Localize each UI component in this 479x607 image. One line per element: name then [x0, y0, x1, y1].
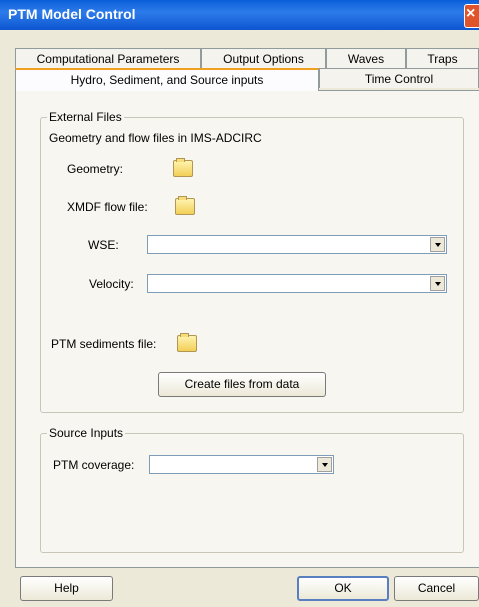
tab-output-options[interactable]: Output Options — [201, 48, 326, 68]
cancel-button[interactable]: Cancel — [394, 576, 479, 601]
velocity-label: Velocity: — [89, 277, 134, 291]
xmdf-flow-file-label: XMDF flow file: — [67, 200, 148, 214]
ok-button[interactable]: OK — [297, 576, 389, 601]
help-button[interactable]: Help — [20, 576, 113, 601]
wse-dropdown[interactable] — [147, 235, 447, 254]
sediments-folder-icon[interactable] — [177, 333, 197, 352]
geometry-folder-icon[interactable] — [173, 158, 193, 177]
ptm-coverage-dropdown-arrow-icon[interactable] — [317, 457, 332, 472]
tab-computational-parameters[interactable]: Computational Parameters — [15, 48, 201, 68]
source-inputs-title: Source Inputs — [47, 426, 126, 440]
wse-label: WSE: — [88, 238, 119, 252]
create-files-button[interactable]: Create files from data — [158, 372, 326, 397]
xmdf-folder-icon[interactable] — [175, 196, 195, 215]
tab-panel: External Files Geometry and flow files i… — [15, 90, 479, 568]
tab-row-front: Hydro, Sediment, and Source inputs Time … — [15, 68, 479, 91]
ptm-model-control-dialog: PTM Model Control Computational Paramete… — [0, 0, 479, 607]
tab-traps[interactable]: Traps — [406, 48, 479, 68]
ptm-coverage-dropdown[interactable] — [149, 455, 334, 474]
external-files-description: Geometry and flow files in IMS-ADCIRC — [49, 131, 262, 145]
ptm-coverage-label: PTM coverage: — [53, 458, 135, 472]
velocity-dropdown-arrow-icon[interactable] — [430, 276, 445, 291]
external-files-group: External Files Geometry and flow files i… — [40, 110, 464, 413]
tab-waves[interactable]: Waves — [326, 48, 406, 68]
ptm-sediments-file-label: PTM sediments file: — [51, 337, 157, 351]
velocity-dropdown[interactable] — [147, 274, 447, 293]
tab-hydro-sediment-source[interactable]: Hydro, Sediment, and Source inputs — [15, 68, 319, 91]
tab-row-back: Computational Parameters Output Options … — [15, 48, 479, 68]
geometry-label: Geometry: — [67, 162, 124, 176]
wse-dropdown-arrow-icon[interactable] — [430, 237, 445, 252]
title-bar[interactable]: PTM Model Control — [0, 0, 479, 30]
external-files-title: External Files — [47, 110, 124, 124]
close-icon[interactable] — [464, 4, 479, 28]
source-inputs-group: Source Inputs PTM coverage: — [40, 426, 464, 553]
tab-time-control[interactable]: Time Control — [319, 68, 479, 88]
window-title: PTM Model Control — [8, 6, 136, 22]
